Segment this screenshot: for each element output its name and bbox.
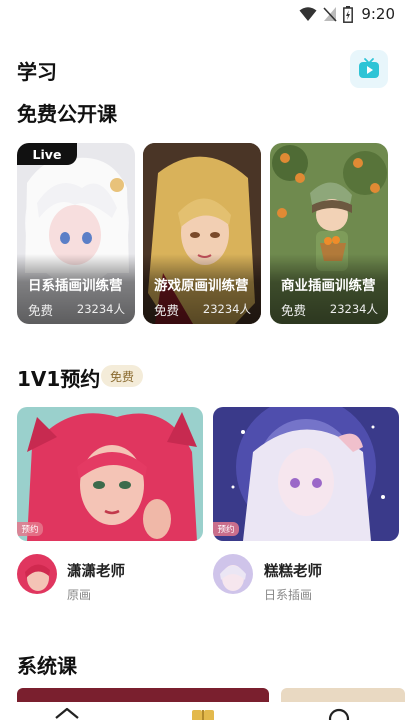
teacher-card-gaogao[interactable]: 预约 xyxy=(213,407,399,541)
teacher-portfolio-image xyxy=(17,407,203,541)
system-course-card[interactable] xyxy=(281,688,405,702)
teacher-style: 原画 xyxy=(67,588,92,602)
teacher-style: 日系插画 xyxy=(264,588,313,602)
course-name: 日系插画训练营 xyxy=(28,278,123,294)
avatar[interactable] xyxy=(17,554,57,594)
wifi-icon xyxy=(299,7,317,21)
teacher-card-xiaoxiao[interactable]: 预约 xyxy=(17,407,203,541)
status-time: 9:20 xyxy=(361,5,395,23)
course-card-commercial-illustration[interactable]: 商业插画训练营 免费 23234人 xyxy=(270,143,388,324)
status-bar: 9:20 xyxy=(0,0,405,30)
page-title: 学习 xyxy=(17,60,57,84)
tv-button[interactable] xyxy=(350,50,388,88)
teacher-name: 糕糕老师 xyxy=(264,564,322,580)
course-name: 商业插画训练营 xyxy=(281,278,376,294)
course-price: 免费 xyxy=(281,303,307,318)
live-badge: Live xyxy=(17,143,77,165)
course-price: 免费 xyxy=(154,303,180,318)
tv-play-icon xyxy=(359,58,379,78)
course-card-japanese-illustration[interactable]: Live 日系插画训练营 免费 23234人 xyxy=(17,143,135,324)
home-icon[interactable] xyxy=(54,706,80,720)
teacher-avatar-image xyxy=(17,554,57,594)
teacher-name: 潇潇老师 xyxy=(67,564,125,580)
free-course-section-title: 免费公开课 xyxy=(17,102,117,126)
reserve-tag: 预约 xyxy=(17,522,43,536)
system-course-section-title: 系统课 xyxy=(17,654,77,678)
search-icon[interactable] xyxy=(326,706,352,720)
course-price: 免费 xyxy=(28,303,54,318)
book-icon[interactable] xyxy=(190,706,216,720)
one-on-one-section-title: 1V1预约 xyxy=(17,367,101,391)
course-enrollment-count: 23234人 xyxy=(329,302,378,316)
status-icons: 9:20 xyxy=(299,5,395,23)
avatar[interactable] xyxy=(213,554,253,594)
battery-icon xyxy=(343,5,354,23)
teacher-portfolio-image xyxy=(213,407,399,541)
course-enrollment-count: 23234人 xyxy=(202,302,251,316)
free-badge: 免费 xyxy=(101,365,143,387)
system-course-card[interactable] xyxy=(17,688,269,702)
course-card-game-concept-art[interactable]: 游戏原画训练营 免费 23234人 xyxy=(143,143,261,324)
course-name: 游戏原画训练营 xyxy=(154,278,249,294)
signal-off-icon xyxy=(323,7,337,22)
teacher-avatar-image xyxy=(213,554,253,594)
course-enrollment-count: 23234人 xyxy=(76,302,125,316)
reserve-tag: 预约 xyxy=(213,522,239,536)
bottom-nav xyxy=(0,704,405,720)
